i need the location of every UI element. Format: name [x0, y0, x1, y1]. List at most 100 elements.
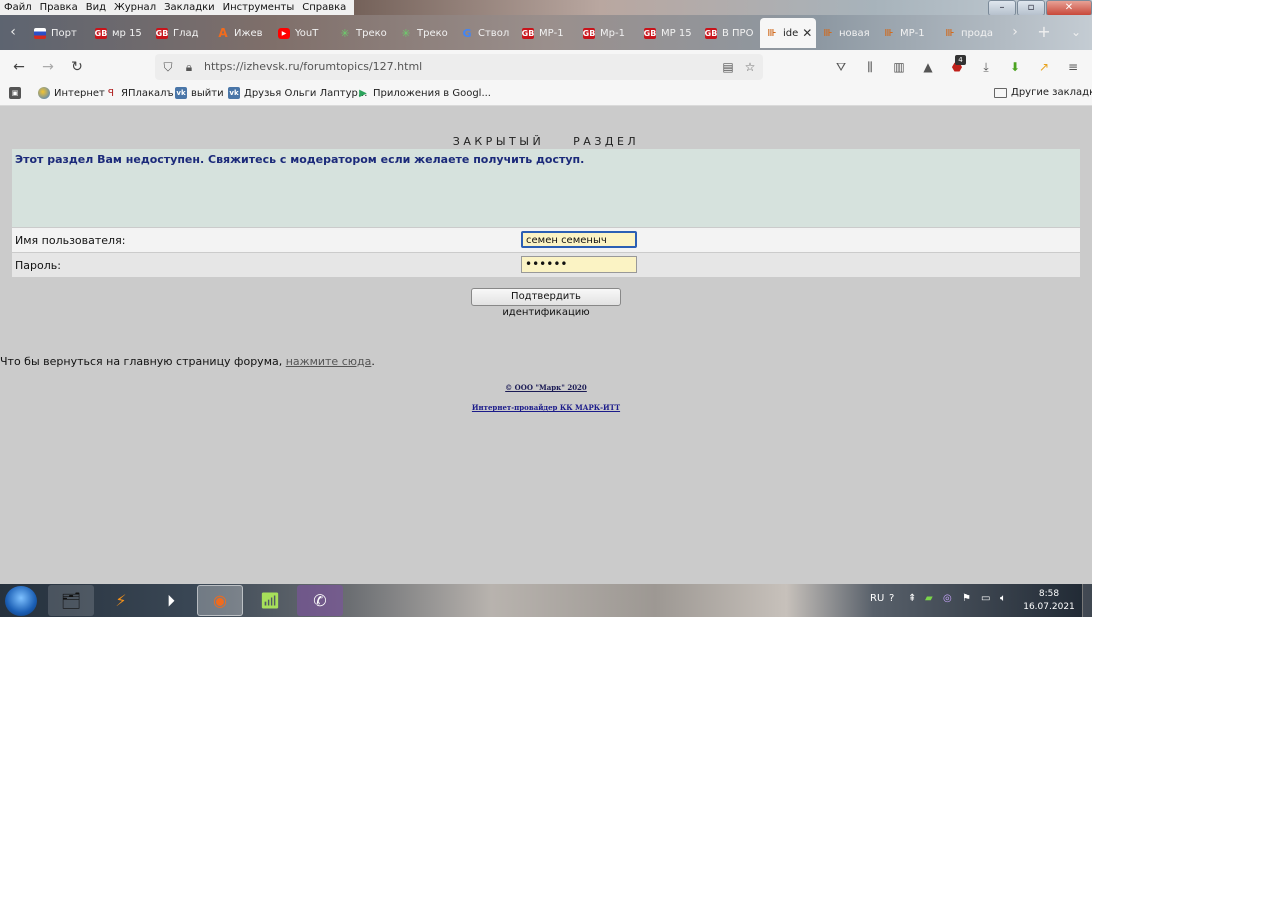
network-tray-icon[interactable]: ▭	[981, 593, 990, 604]
browser-tab[interactable]: GB МР-1	[516, 18, 577, 48]
extension-two-icon[interactable]: ↗	[1035, 58, 1053, 76]
tab-title: В ПРО	[722, 27, 754, 39]
language-indicator[interactable]: RU	[870, 593, 884, 604]
clock[interactable]: 8:58 16.07.2021	[1020, 588, 1078, 614]
browser-tab[interactable]: GB Глад	[150, 18, 211, 48]
reader-view-icon[interactable]: ▤	[719, 58, 737, 76]
browser-tab[interactable]: GB мр 15	[89, 18, 150, 48]
downloads-icon[interactable]: ⤓	[977, 58, 995, 76]
wifi-app-taskbar-icon[interactable]: 📶︎	[247, 585, 293, 616]
forward-button[interactable]: →	[38, 58, 58, 76]
viber-taskbar-icon[interactable]: ✆	[297, 585, 343, 616]
pocket-icon[interactable]: ⛛	[832, 58, 850, 76]
gb-favicon-icon: GB	[521, 27, 535, 39]
browser-tab[interactable]: ⊪ прода	[938, 18, 999, 48]
username-field[interactable]: семен семеныч	[521, 231, 637, 248]
bookmark-google-play[interactable]: ▶ Приложения в Googl...	[357, 87, 491, 99]
menu-file[interactable]: Файл	[0, 0, 36, 15]
tr-favicon-icon: ✳	[340, 26, 350, 40]
usb-tray-icon[interactable]: ⇞	[908, 593, 916, 604]
page-content: ЗАКРЫТЫЙ РАЗДЕЛ Этот раздел Вам недоступ…	[0, 106, 1092, 584]
vk-icon: vk	[228, 87, 240, 99]
menu-tools[interactable]: Инструменты	[219, 0, 299, 15]
bookmark-internet[interactable]: Интернет	[38, 87, 105, 99]
winamp-taskbar-icon[interactable]: ⚡︎	[98, 585, 144, 616]
screen: Файл Правка Вид Журнал Закладки Инструме…	[0, 0, 1092, 617]
scroll-tabs-right-icon[interactable]: ›	[1006, 23, 1024, 41]
tracking-shield-icon[interactable]: ⛉	[159, 58, 177, 76]
close-window-button[interactable]: ✕	[1046, 0, 1092, 16]
menu-history[interactable]: Журнал	[110, 0, 160, 15]
menu-view[interactable]: Вид	[82, 0, 110, 15]
menu-help[interactable]: Справка	[298, 0, 350, 15]
extension-icon[interactable]: ▲	[919, 58, 937, 76]
browser-tab[interactable]: ✳ Треко	[394, 18, 455, 48]
back-button[interactable]: ←	[9, 58, 29, 76]
window-controls: – ▫ ✕	[987, 0, 1092, 16]
browser-tab[interactable]: G Ствол	[455, 18, 516, 48]
browser-tab[interactable]: ✳ Треко	[333, 18, 394, 48]
folder-icon	[994, 87, 1007, 98]
menu-bar: Файл Правка Вид Журнал Закладки Инструме…	[0, 0, 355, 15]
back-text-prefix: Что бы вернуться на главную страницу фор…	[0, 355, 283, 368]
username-label: Имя пользователя:	[15, 234, 126, 247]
bookmark-vk-logout[interactable]: vk выйти	[175, 87, 224, 99]
isp-link[interactable]: Интернет-провайдер КК МАРК-ИТТ	[0, 403, 1092, 412]
tab-title: Глад	[173, 27, 199, 39]
bookmark-star-icon[interactable]: ☆	[741, 58, 759, 76]
url-text[interactable]: https://izhevsk.ru/forumtopics/127.html	[204, 60, 422, 73]
sidebar-icon[interactable]: ▥	[890, 58, 908, 76]
help-tray-icon[interactable]: ?	[889, 593, 894, 604]
copyright-link[interactable]: © ООО "Марк" 2020	[0, 383, 1092, 392]
other-bookmarks[interactable]: Другие закладки	[994, 87, 1092, 98]
list-all-tabs-icon[interactable]: ⌄	[1066, 23, 1086, 43]
tab-title: YouT	[295, 27, 319, 39]
bookmarks-app-icon[interactable]: ▣	[9, 87, 25, 99]
iz-favicon-icon: ⊪	[823, 27, 833, 39]
reload-button[interactable]: ↻	[67, 58, 87, 76]
url-bar[interactable]: ⛉ 🔒︎ https://izhevsk.ru/forumtopics/127.…	[155, 54, 763, 80]
firefox-taskbar-icon[interactable]: ◉	[197, 585, 243, 616]
start-button[interactable]	[5, 586, 37, 616]
browser-tab[interactable]: GB Мр-1	[577, 18, 638, 48]
bookmark-vk-friends[interactable]: vk Друзья Ольги Лаптур...	[228, 87, 367, 99]
hamburger-menu-icon[interactable]: ≡	[1064, 58, 1082, 76]
scroll-tabs-left-icon[interactable]: ‹	[4, 23, 22, 41]
browser-tab[interactable]: GB В ПРО	[699, 18, 760, 48]
library-icon[interactable]: ⫼	[861, 58, 879, 76]
tab-title: новая	[839, 27, 870, 39]
browser-tab[interactable]: ⊪ МР-1	[877, 18, 938, 48]
tab-title: Треко	[417, 27, 448, 39]
menu-bookmarks[interactable]: Закладки	[160, 0, 219, 15]
show-desktop-button[interactable]	[1082, 584, 1092, 617]
new-tab-button[interactable]: +	[1034, 23, 1054, 43]
browser-tab[interactable]: Порт	[28, 18, 89, 48]
maximize-button[interactable]: ▫	[1017, 0, 1045, 16]
close-tab-icon[interactable]: ✕	[802, 26, 812, 40]
nvidia-tray-icon[interactable]: ▰	[925, 593, 933, 604]
adblock-badge: 4	[955, 55, 966, 65]
minimize-button[interactable]: –	[988, 0, 1016, 16]
explorer-taskbar-icon[interactable]: 🗂︎	[48, 585, 94, 616]
title-bar: Файл Правка Вид Журнал Закладки Инструме…	[0, 0, 1092, 16]
browser-tab[interactable]: ⊪ новая	[816, 18, 877, 48]
browser-tab[interactable]: GB МР 15	[638, 18, 699, 48]
globe-icon	[38, 87, 50, 99]
tab-title: Порт	[51, 27, 77, 39]
media-player-taskbar-icon[interactable]: ⏵	[148, 585, 194, 616]
password-field[interactable]: ••••••	[521, 256, 637, 273]
iz-favicon-icon: ⊪	[884, 27, 894, 39]
menu-edit[interactable]: Правка	[36, 0, 82, 15]
back-to-forum-link[interactable]: нажмите сюда	[286, 355, 372, 368]
viber-tray-icon[interactable]: ◎	[943, 593, 952, 604]
bookmark-yaplakal[interactable]: ꟼ ЯПлакалъ	[105, 87, 174, 99]
save-extension-icon[interactable]: ⬇	[1006, 58, 1024, 76]
browser-tab[interactable]: ⊪ ide ✕	[760, 18, 816, 48]
browser-tab[interactable]: A Ижев	[211, 18, 272, 48]
volume-tray-icon[interactable]: 🔈︎	[1000, 593, 1006, 604]
flag-tray-icon[interactable]: ⚑	[962, 593, 971, 604]
lock-icon[interactable]: 🔒︎	[180, 58, 198, 76]
browser-tab[interactable]: ▶ YouT	[272, 18, 333, 48]
submit-button[interactable]: Подтвердить идентификацию	[471, 288, 621, 318]
tr-favicon-icon: ✳	[401, 26, 411, 40]
